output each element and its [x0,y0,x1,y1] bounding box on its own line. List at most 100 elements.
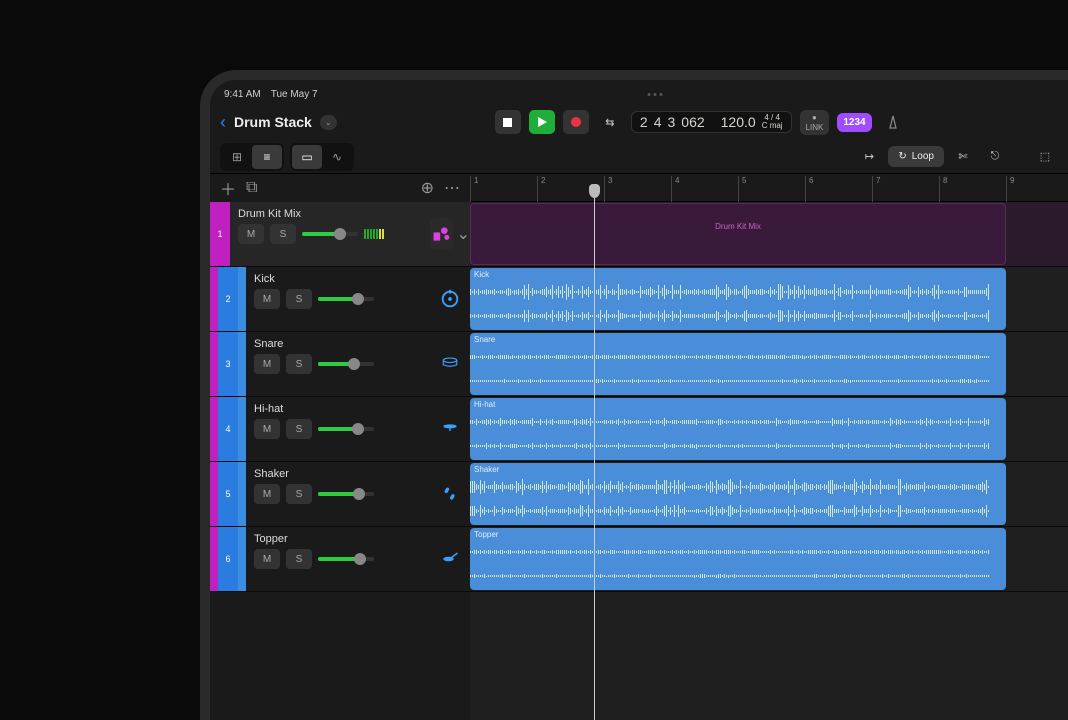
region-label: Kick [470,268,1006,281]
region[interactable]: Topper [470,528,1006,590]
solo-button[interactable]: S [286,354,312,374]
track-name: Hi-hat [254,403,422,415]
track-number: 1 [210,202,230,266]
copy-button[interactable]: ⎘ [1064,145,1068,169]
track-color-strip [210,462,218,526]
track-icon[interactable] [430,267,470,331]
solo-button[interactable]: S [286,549,312,569]
region-label: Snare [470,333,1006,346]
track-icon[interactable] [430,527,470,591]
stop-button[interactable] [495,110,521,134]
settings-icon[interactable]: ◯ [1064,110,1068,134]
metronome-button[interactable] [880,110,906,134]
region-row[interactable]: Shaker [470,462,1068,527]
track-icon[interactable] [430,462,470,526]
track-header[interactable]: 2 Kick M S [210,267,470,332]
mute-button[interactable]: M [254,549,280,569]
add-region-button[interactable]: ⊕ [421,178,434,198]
track-header[interactable]: 1 Drum Kit Mix M S ⌄ [210,202,470,267]
region-label: Hi-hat [470,398,1006,411]
volume-slider[interactable] [318,557,374,561]
mute-button[interactable]: M [238,224,264,244]
track-name: Shaker [254,468,422,480]
track-icon[interactable]: ⌄ [430,202,470,266]
panel-toggle-button[interactable]: ▭ [292,145,322,169]
link-button[interactable]: ● LINK [800,110,830,135]
record-button[interactable] [563,110,589,134]
add-track-button[interactable]: ＋ [220,176,236,200]
region-label: Shaker [470,463,1006,476]
back-button[interactable]: ‹ [220,112,226,133]
region[interactable]: Shaker [470,463,1006,525]
solo-button[interactable]: S [286,419,312,439]
track-number: 3 [218,332,238,396]
region-row[interactable]: Drum Kit Mix [470,202,1068,267]
snap-button[interactable]: ↦ [856,145,882,169]
track-number: 4 [218,397,238,461]
split-button[interactable]: ⎋ [982,145,1008,169]
ruler-mark: 1 [470,176,478,202]
volume-slider[interactable] [318,492,374,496]
status-date: Tue May 7 [271,89,318,100]
track-icon[interactable] [430,332,470,396]
track-more-button[interactable]: ⋯ [444,178,460,198]
track-header[interactable]: 5 Shaker M S [210,462,470,527]
mute-button[interactable]: M [254,484,280,504]
track-color-strip [210,267,218,331]
track-color-strip [238,397,246,461]
loop-button[interactable]: ↻ Loop [888,146,944,167]
list-view-button[interactable]: ≡ [252,145,282,169]
cycle-button[interactable]: ⇆ [597,110,623,134]
solo-button[interactable]: S [270,224,296,244]
region[interactable]: Drum Kit Mix [470,203,1006,265]
ruler-mark: 8 [939,176,947,202]
region[interactable]: Hi-hat [470,398,1006,460]
scissors-button[interactable]: ✄ [950,145,976,169]
region-row[interactable]: Kick [470,267,1068,332]
track-name: Topper [254,533,422,545]
panel-group: ▭ ∿ [290,143,354,171]
region-row[interactable]: Snare [470,332,1068,397]
region-row[interactable]: Hi-hat [470,397,1068,462]
volume-slider[interactable] [318,427,374,431]
track-color-strip [210,527,218,591]
track-header[interactable]: 4 Hi-hat M S [210,397,470,462]
chevron-down-icon[interactable]: ⌄ [457,224,470,244]
track-header[interactable]: 6 Topper M S [210,527,470,592]
mute-button[interactable]: M [254,419,280,439]
region[interactable]: Snare [470,333,1006,395]
playhead[interactable] [594,184,595,720]
track-color-strip [210,397,218,461]
loop-icon: ↻ [898,151,906,162]
duplicate-track-button[interactable]: ⧉ [246,179,257,197]
mute-button[interactable]: M [254,289,280,309]
multitask-dots[interactable] [648,93,663,96]
mute-button[interactable]: M [254,354,280,374]
solo-button[interactable]: S [286,484,312,504]
solo-button[interactable]: S [286,289,312,309]
track-color-strip [210,332,218,396]
count-in-button[interactable]: 1234 [837,113,871,132]
ruler-mark: 2 [537,176,545,202]
lcd-display[interactable]: 2 4 3 062 120.0 4 / 4 C maj [631,111,792,133]
project-title[interactable]: Drum Stack [234,114,312,130]
view-mode-group: ⊞ ≡ [220,143,284,171]
status-time: 9:41 AM [224,89,261,100]
volume-slider[interactable] [302,232,358,236]
grid-view-button[interactable]: ⊞ [222,145,252,169]
timeline-ruler[interactable]: 123456789 [470,174,1068,202]
track-color-strip [238,462,246,526]
track-color-strip [238,332,246,396]
volume-slider[interactable] [318,297,374,301]
title-dropdown[interactable]: ⌄ [320,115,337,130]
region-row[interactable]: Topper [470,527,1068,592]
region[interactable]: Kick [470,268,1006,330]
move-button[interactable]: ⬚ [1032,145,1058,169]
automation-button[interactable]: ∿ [322,145,352,169]
track-header[interactable]: 3 Snare M S [210,332,470,397]
volume-slider[interactable] [318,362,374,366]
ruler-mark: 7 [872,176,880,202]
track-icon[interactable] [430,397,470,461]
track-number: 6 [218,527,238,591]
play-button[interactable] [529,110,555,134]
